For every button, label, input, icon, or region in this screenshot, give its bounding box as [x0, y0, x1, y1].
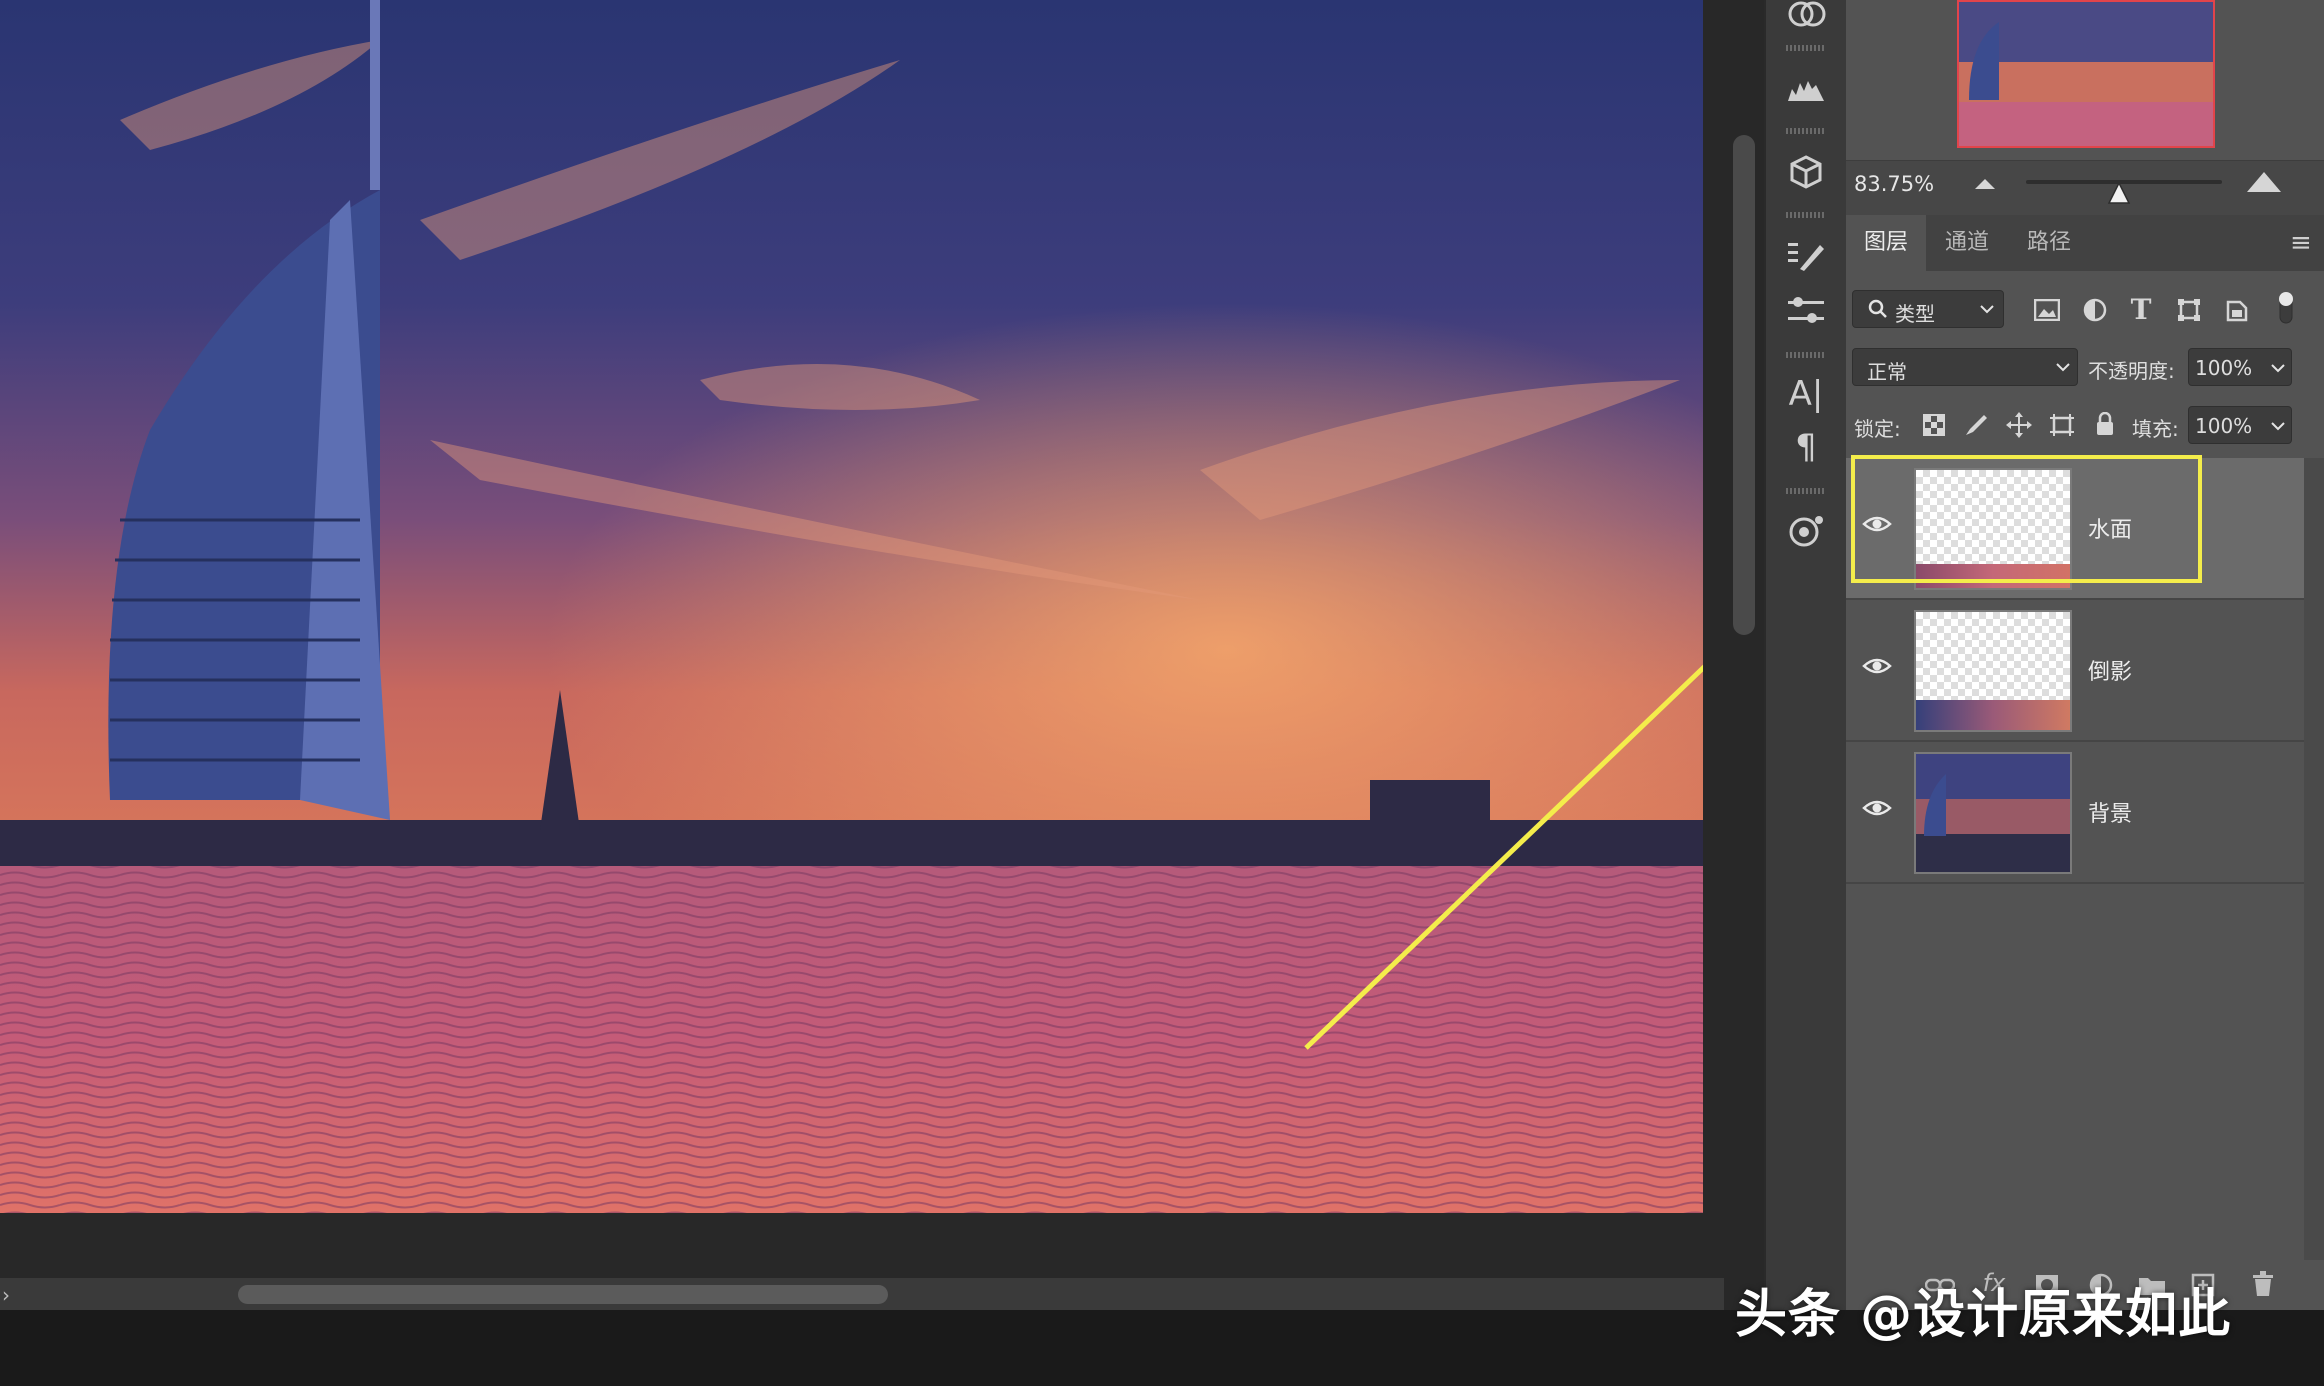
chevron-down-icon [2053, 357, 2073, 377]
blend-mode-value: 正常 [1867, 360, 1907, 384]
layers-scrollbar[interactable] [2304, 458, 2324, 1260]
layer-row-reflection[interactable]: 倒影 [1846, 600, 2304, 742]
panel-menu-icon[interactable]: ≡ [2290, 228, 2312, 258]
fill-label: 填充: [2132, 417, 2179, 441]
lock-position-icon[interactable] [2002, 408, 2036, 442]
chevron-down-icon[interactable] [2269, 417, 2287, 435]
opacity-label: 不透明度: [2088, 359, 2175, 383]
lock-transparent-pixels-icon[interactable] [1918, 410, 1950, 440]
search-icon [1867, 297, 1889, 321]
character-icon[interactable]: A| [1780, 372, 1832, 416]
document-canvas-area[interactable] [0, 0, 1724, 1278]
panel-icon-strip: A| ¶ [1764, 0, 1848, 1310]
paragraph-icon[interactable]: ¶ [1780, 425, 1832, 469]
libraries-icon[interactable] [1780, 0, 1832, 36]
fill-input[interactable]: 100% [2188, 406, 2292, 444]
layer-name[interactable]: 倒影 [2088, 654, 2132, 686]
brush-presets-icon[interactable] [1780, 290, 1832, 334]
brush-settings-icon[interactable] [1780, 234, 1832, 278]
filter-toggle[interactable] [2274, 288, 2298, 328]
chevron-down-icon[interactable] [2269, 359, 2287, 377]
tab-layers[interactable]: 图层 [1846, 215, 1926, 271]
layer-name[interactable]: 背景 [2088, 796, 2132, 828]
layer-row-background[interactable]: 背景 [1846, 742, 2304, 884]
fill-value: 100% [2195, 414, 2253, 438]
visibility-eye-icon[interactable] [1862, 798, 1892, 818]
tab-channels[interactable]: 通道 [1926, 215, 2008, 271]
filter-pixel-icon[interactable] [2030, 294, 2064, 326]
watermark-text: 头条 @设计原来如此 [1735, 1285, 2232, 1345]
filter-shape-icon[interactable] [2172, 294, 2206, 326]
opacity-input[interactable]: 100% [2188, 348, 2292, 386]
filter-type-icon[interactable]: T [2124, 292, 2158, 326]
layer-filter-select[interactable]: 类型 [1852, 290, 2004, 328]
zoom-in-icon[interactable] [2244, 168, 2284, 194]
layer-thumbnail[interactable] [1914, 752, 2072, 874]
visibility-eye-icon[interactable] [1862, 656, 1892, 676]
vertical-scrollbar[interactable] [1733, 135, 1755, 635]
lock-all-icon[interactable] [2090, 408, 2120, 440]
tab-paths[interactable]: 路径 [2008, 215, 2090, 271]
lock-label: 锁定: [1854, 417, 1901, 441]
zoom-out-icon[interactable] [1972, 174, 1998, 192]
scroll-left-arrow-icon[interactable]: › [2, 1283, 10, 1307]
layer-thumbnail[interactable] [1914, 610, 2072, 732]
reflection-strip [1916, 700, 2070, 730]
blend-mode-select[interactable]: 正常 [1852, 348, 2078, 386]
trash-icon[interactable] [2246, 1268, 2280, 1300]
document-image[interactable] [0, 0, 1703, 1213]
zoom-slider-handle[interactable] [2106, 180, 2132, 206]
filter-kind-label: 类型 [1895, 302, 1935, 326]
chevron-down-icon [1977, 299, 1997, 319]
opacity-value: 100% [2195, 356, 2253, 380]
learn-icon[interactable] [1780, 510, 1832, 554]
lock-image-pixels-icon[interactable] [1960, 410, 1992, 440]
lock-artboard-icon[interactable] [2046, 410, 2078, 440]
filter-adjustment-icon[interactable] [2078, 294, 2112, 326]
filter-smart-object-icon[interactable] [2220, 294, 2254, 326]
highlight-annotation-box [1851, 455, 2202, 583]
histogram-icon[interactable] [1780, 68, 1832, 112]
horizontal-scroll-thumb[interactable] [238, 1285, 888, 1304]
3d-object-icon[interactable] [1780, 150, 1832, 194]
zoom-value[interactable]: 83.75% [1854, 172, 1934, 196]
navigator-thumbnail[interactable] [1957, 0, 2215, 148]
